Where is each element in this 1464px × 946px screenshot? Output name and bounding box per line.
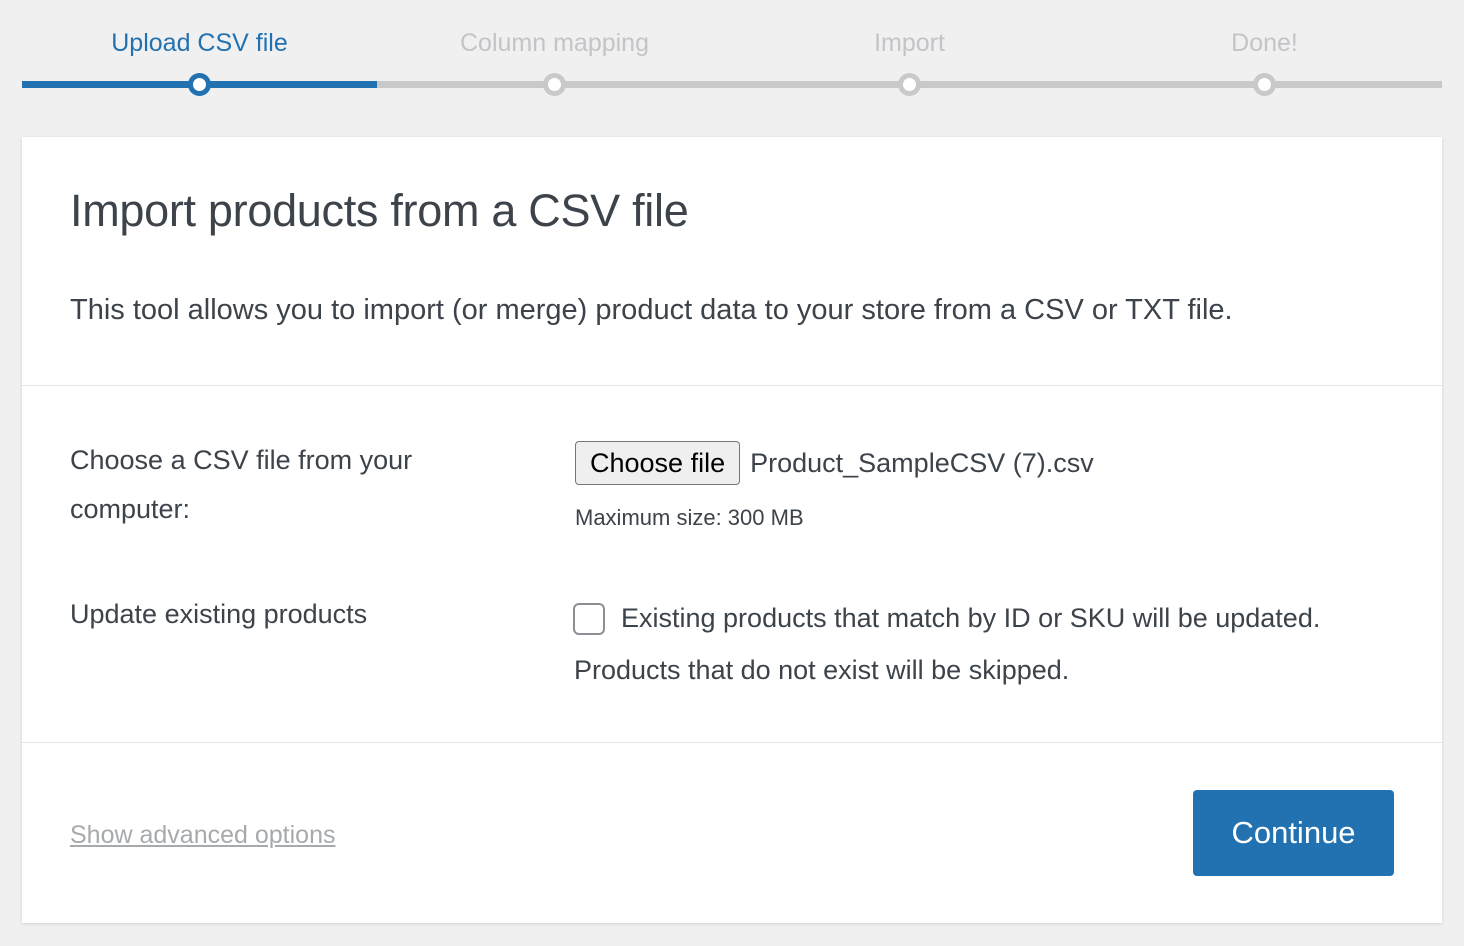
card-header: Import products from a CSV file This too… xyxy=(22,137,1442,386)
update-existing-note: Products that do not exist will be skipp… xyxy=(574,655,1070,685)
selected-file-name: Product_SampleCSV (7).csv xyxy=(750,448,1094,478)
step-upload-marker-icon xyxy=(188,73,211,96)
step-import-marker-icon xyxy=(898,73,921,96)
file-input: Choose file Product_SampleCSV (7).csv xyxy=(575,441,1094,485)
choose-file-button[interactable]: Choose file xyxy=(575,441,741,485)
step-done-marker-icon xyxy=(1253,73,1276,96)
step-upload-csv-file: Upload CSV file xyxy=(111,29,288,57)
update-existing-checkbox[interactable] xyxy=(573,603,605,635)
max-size-hint: Maximum size: 300 MB xyxy=(575,505,804,530)
import-progress-steps: Upload CSV file Column mapping Import Do… xyxy=(22,0,1442,100)
update-existing-label: Update existing products xyxy=(70,599,368,629)
step-done: Done! xyxy=(1231,29,1298,57)
page-description: This tool allows you to import (or merge… xyxy=(70,294,1233,326)
step-column-mapping-marker-icon xyxy=(543,73,566,96)
continue-button[interactable]: Continue xyxy=(1193,790,1394,876)
page-title: Import products from a CSV file xyxy=(70,185,689,236)
step-column-mapping: Column mapping xyxy=(460,29,649,57)
import-card: Import products from a CSV file This too… xyxy=(22,137,1442,923)
file-upload-label: Choose a CSV file from your computer: xyxy=(70,445,413,524)
card-footer: Show advanced options Continue xyxy=(22,743,1442,923)
progress-track xyxy=(22,81,1442,88)
show-advanced-options-link[interactable]: Show advanced options xyxy=(70,815,335,855)
import-form: Choose a CSV file from your computer: Ch… xyxy=(22,386,1442,743)
update-existing-description: Existing products that match by ID or SK… xyxy=(621,603,1321,633)
step-import: Import xyxy=(874,29,945,57)
